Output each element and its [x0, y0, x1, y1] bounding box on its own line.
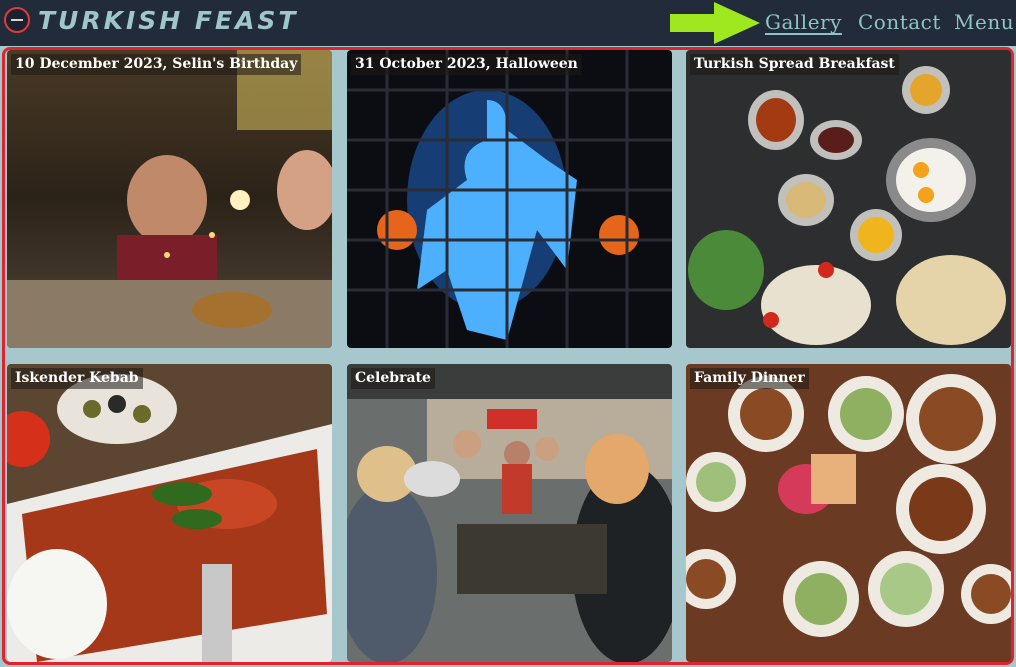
logo-icon[interactable]: [4, 7, 30, 33]
gallery-caption: Family Dinner: [690, 368, 809, 389]
nav-gallery-link[interactable]: Gallery: [765, 10, 842, 34]
gallery-caption: Turkish Spread Breakfast: [690, 54, 899, 75]
gallery-item-breakfast[interactable]: Turkish Spread Breakfast: [686, 50, 1011, 348]
gallery-item-family-dinner[interactable]: Family Dinner: [686, 364, 1011, 662]
gallery-item-halloween[interactable]: 31 October 2023, Halloween: [347, 50, 672, 348]
gallery-item-birthday[interactable]: 10 December 2023, Selin's Birthday: [7, 50, 332, 348]
arrow-pointer-icon: [670, 2, 760, 44]
brand-name[interactable]: Turkish Feast: [38, 6, 298, 35]
gallery-caption: 10 December 2023, Selin's Birthday: [11, 54, 302, 75]
nav-contact-link[interactable]: Contact: [858, 10, 941, 34]
top-nav: Turkish Feast Gallery Contact Menu: [0, 0, 1016, 46]
breakfast-photo: [686, 50, 1011, 348]
gallery-item-iskender[interactable]: Iskender Kebab: [7, 364, 332, 662]
gallery-caption: 31 October 2023, Halloween: [351, 54, 582, 75]
gallery-item-celebrate[interactable]: Celebrate: [347, 364, 672, 662]
halloween-photo: [347, 50, 672, 348]
gallery-caption: Iskender Kebab: [11, 368, 143, 389]
celebrate-photo: [347, 364, 672, 662]
family-dinner-photo: [686, 364, 1011, 662]
nav-menu-link[interactable]: Menu: [954, 10, 1014, 34]
iskender-photo: [7, 364, 332, 662]
birthday-photo: [7, 50, 332, 348]
gallery-caption: Celebrate: [351, 368, 435, 389]
